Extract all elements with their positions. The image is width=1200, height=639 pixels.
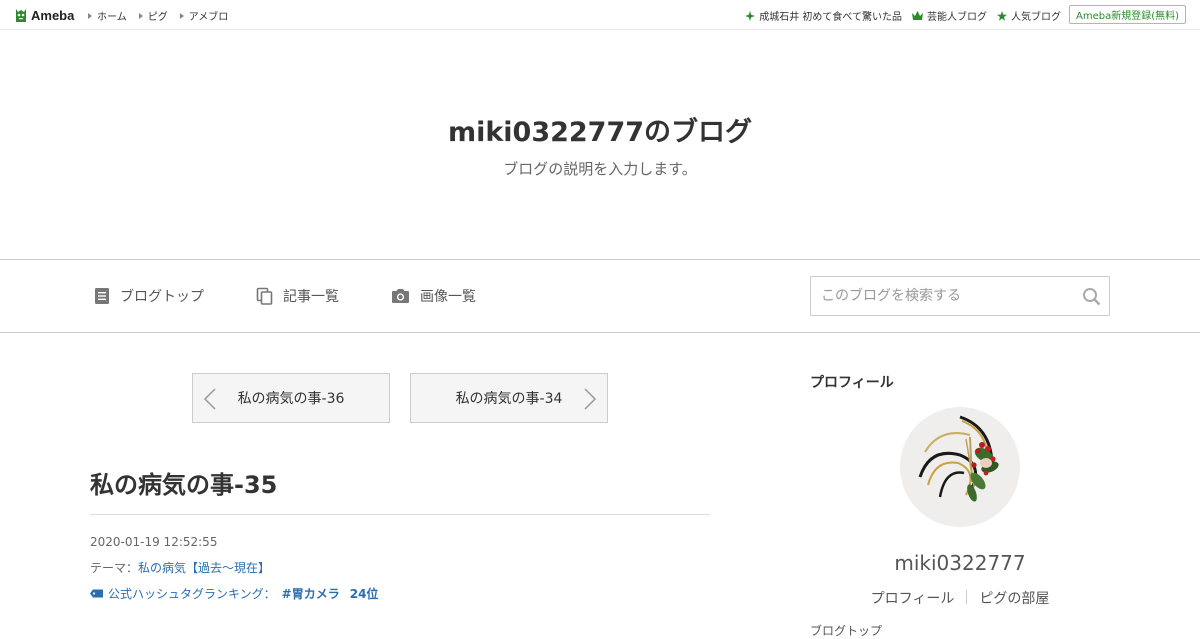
- hashtag-rank[interactable]: 24位: [350, 585, 379, 602]
- top-nav-ameblo[interactable]: アメブロ: [179, 8, 229, 23]
- theme-link[interactable]: 私の病気【過去～現在】: [138, 561, 270, 575]
- article-date: 2020-01-19 12:52:55: [90, 535, 218, 549]
- prev-entry-label: 私の病気の事-36: [237, 391, 345, 407]
- avatar[interactable]: [900, 407, 1020, 527]
- profile-heading: プロフィール: [810, 375, 894, 391]
- pigg-room-link[interactable]: ピグの部屋: [979, 588, 1049, 608]
- blog-header: miki0322777のブログ ブログの説明を入力します。: [0, 30, 1200, 260]
- next-entry-label: 私の病気の事-34: [455, 391, 563, 407]
- top-nav-home[interactable]: ホーム: [88, 8, 127, 23]
- triangle-icon: [88, 12, 92, 19]
- top-link-celebrity[interactable]: 芸能人ブログ: [912, 8, 987, 23]
- crown-icon: [912, 11, 923, 20]
- top-links: 成城石井 初めて食べて驚いた品 芸能人ブログ 人気ブログ: [745, 8, 1061, 23]
- nav-image-list[interactable]: 画像一覧: [391, 286, 476, 306]
- hashtag-link[interactable]: #胃カメラ: [282, 585, 340, 602]
- top-nav-label: アメブロ: [188, 12, 229, 23]
- star-icon: [997, 10, 1007, 21]
- top-link-label: 人気ブログ: [1011, 12, 1061, 23]
- chevron-left-icon: [203, 388, 216, 410]
- top-nav-pigg[interactable]: ピグ: [138, 8, 168, 23]
- nav-blog-top[interactable]: ブログトップ: [94, 286, 204, 306]
- hashtag-ranking-link[interactable]: 公式ハッシュタグランキング：: [108, 585, 276, 602]
- profile-links: プロフィール ピグの部屋: [810, 588, 1110, 608]
- link-separator: [966, 590, 968, 604]
- document-icon: [95, 288, 109, 304]
- chevron-right-icon: [584, 388, 597, 410]
- article-title[interactable]: 私の病気の事-35: [90, 465, 277, 500]
- prev-entry-button[interactable]: 私の病気の事-36: [192, 373, 390, 423]
- top-link-label: 成城石井 初めて食べて驚いた品: [759, 12, 902, 23]
- article-theme: テーマ：私の病気【過去～現在】: [90, 559, 270, 576]
- blog-search: [810, 276, 1110, 316]
- logo-text: Ameba: [31, 7, 75, 23]
- register-button[interactable]: Ameba新規登録(無料): [1068, 5, 1186, 24]
- theme-prefix: テーマ：: [90, 561, 139, 575]
- avatar-image: [900, 407, 1020, 527]
- hashtag-ranking: 公式ハッシュタグランキング： #胃カメラ 24位: [90, 585, 378, 602]
- profile-name[interactable]: miki0322777: [810, 551, 1110, 575]
- search-input[interactable]: [811, 277, 1071, 315]
- triangle-icon: [138, 12, 143, 19]
- top-bar: Ameba ホーム ピグ アメブロ 成城石井 初めて食べて驚いた品 芸能人ブログ…: [0, 0, 1200, 30]
- ameba-logo[interactable]: Ameba: [14, 6, 74, 24]
- title-divider: [90, 514, 710, 515]
- top-link-popular[interactable]: 人気ブログ: [997, 8, 1061, 23]
- search-icon[interactable]: [1082, 287, 1101, 306]
- nav-label: 画像一覧: [420, 289, 476, 305]
- sidebar-cut-text: ブログトップ: [810, 624, 883, 638]
- top-nav: ホーム ピグ アメブロ: [88, 8, 228, 23]
- copy-icon: [256, 287, 273, 305]
- top-link-trending[interactable]: 成城石井 初めて食べて驚いた品: [745, 8, 902, 23]
- top-nav-label: ピグ: [147, 12, 168, 23]
- nav-label: ブログトップ: [120, 289, 204, 305]
- triangle-icon: [179, 12, 184, 19]
- profile-link[interactable]: プロフィール: [871, 588, 955, 608]
- top-nav-label: ホーム: [97, 12, 127, 23]
- tag-icon: [90, 589, 103, 598]
- sparkle-icon: [745, 10, 756, 21]
- blog-nav-items: ブログトップ 記事一覧 画像一覧: [94, 286, 528, 306]
- top-link-label: 芸能人ブログ: [927, 12, 987, 23]
- nav-entry-list[interactable]: 記事一覧: [256, 286, 339, 306]
- camera-icon: [392, 289, 409, 303]
- ameba-monster-icon: [16, 8, 26, 22]
- next-entry-button[interactable]: 私の病気の事-34: [410, 373, 608, 423]
- nav-label: 記事一覧: [283, 289, 339, 305]
- blog-description: ブログの説明を入力します。: [503, 160, 697, 178]
- blog-title[interactable]: miki0322777のブログ: [0, 110, 1200, 149]
- blog-nav: ブログトップ 記事一覧 画像一覧: [0, 259, 1200, 333]
